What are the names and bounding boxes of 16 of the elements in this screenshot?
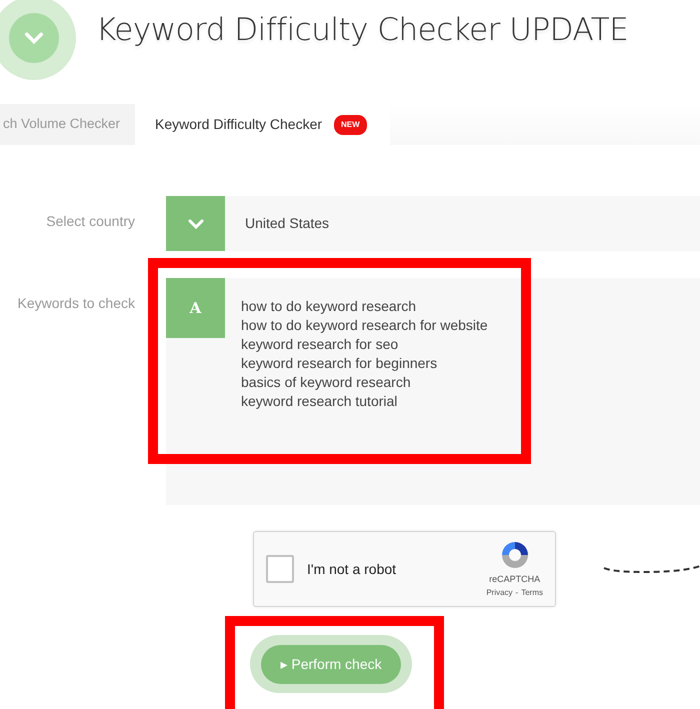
chevron-down-icon — [188, 218, 204, 228]
captcha-brand: reCAPTCHA — [489, 573, 540, 586]
new-badge: NEW — [334, 114, 367, 134]
terms-link[interactable]: Terms — [521, 586, 543, 599]
captcha-label: I'm not a robot — [307, 560, 398, 578]
chevron-down-icon — [24, 32, 44, 44]
text-format-icon: A — [166, 278, 225, 338]
field-label: Keywords to check — [16, 294, 135, 313]
privacy-link[interactable]: Privacy — [486, 586, 513, 599]
field-label: Select country — [45, 212, 135, 231]
page-title: Keyword Difficulty Checker UPDATE — [96, 12, 628, 50]
country-select[interactable]: United States — [166, 196, 700, 251]
link-separator: - — [516, 586, 518, 599]
keywords-field[interactable]: A how to do keyword research how to do keyword research for website keyword research for seo keyword research for beginners basics of keyword research keyword research tutorial — [166, 278, 700, 505]
keywords-field[interactable]: how to do keyword research how to do keyword research for website keyword research for seo keyword research for beginners basics of keyword research keyword research tutorial — [225, 278, 700, 505]
captcha-checkbox[interactable] — [266, 555, 294, 583]
